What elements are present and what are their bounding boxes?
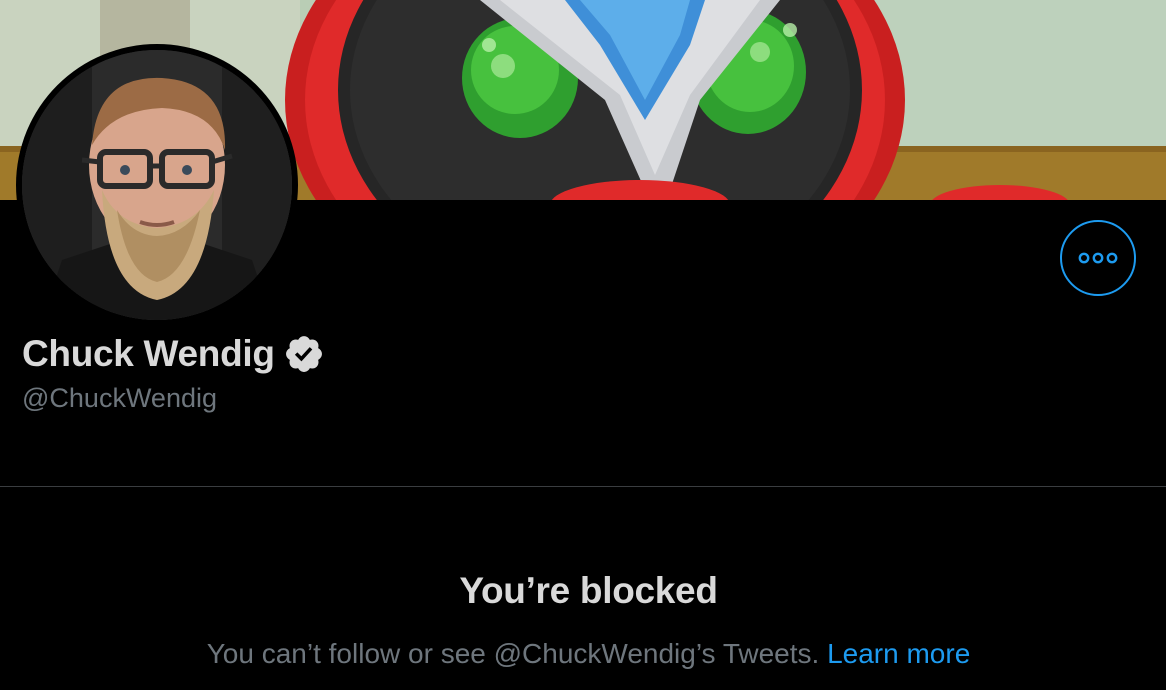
profile-name-row: Chuck Wendig [22,330,325,378]
verified-badge-icon [285,336,322,372]
avatar-image [22,50,292,320]
profile-page: Chuck Wendig @ChuckWendig You’re blocked… [0,0,1166,690]
blocked-message: You can’t follow or see @ChuckWendig’s T… [0,636,1166,672]
more-options-icon [1078,252,1118,264]
profile-handle: @ChuckWendig [22,383,217,413]
learn-more-link[interactable]: Learn more [827,638,970,669]
blocked-title: You’re blocked [459,570,718,611]
display-name: Chuck Wendig [22,333,275,374]
blocked-message-text: You can’t follow or see @ChuckWendig’s T… [206,638,820,669]
section-divider [0,486,1166,487]
more-options-button[interactable] [1060,220,1136,296]
avatar[interactable] [16,44,298,326]
